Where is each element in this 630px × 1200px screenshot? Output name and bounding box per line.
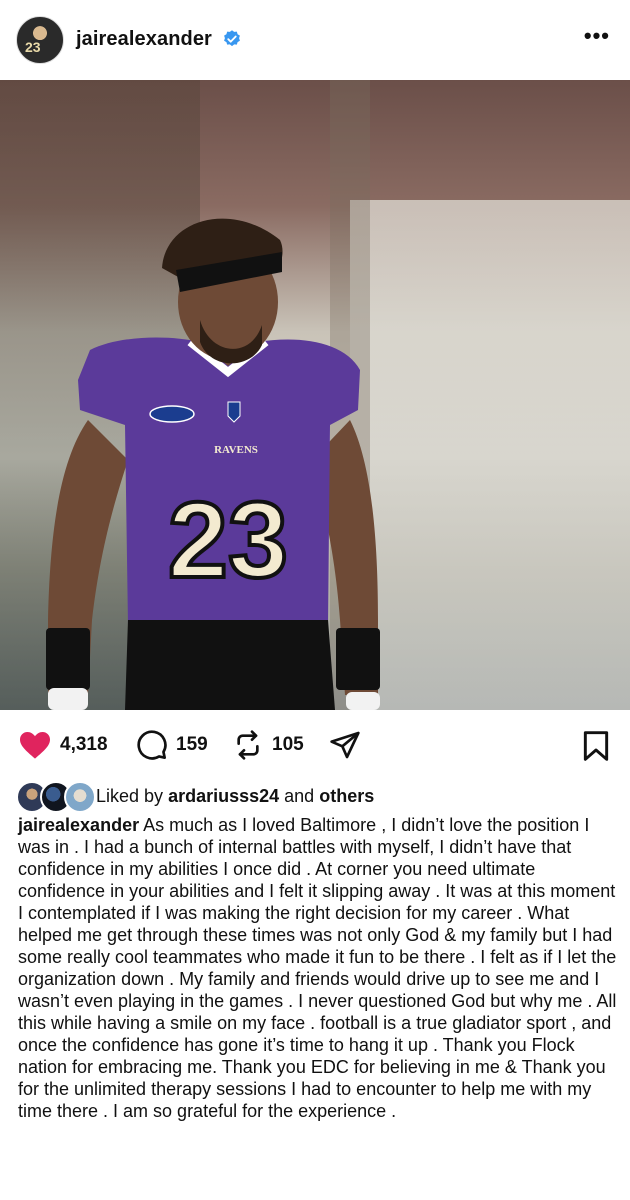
avatar-jersey-number: 23 <box>25 39 41 55</box>
liked-by-user-link[interactable]: ardariusss24 <box>168 786 279 806</box>
profile-avatar[interactable]: 23 <box>16 16 64 64</box>
liked-by-avatars <box>16 781 96 813</box>
caption-username[interactable]: jairealexander <box>18 815 139 835</box>
bookmark-icon <box>583 731 609 761</box>
player-illustration: 23 RAVENS <box>46 218 380 710</box>
like-button[interactable]: 4,318 <box>18 728 108 762</box>
comment-icon <box>137 730 167 760</box>
verified-badge-icon <box>224 30 240 47</box>
heart-icon <box>20 732 50 759</box>
post-caption: jairealexander As much as I loved Baltim… <box>18 814 618 1122</box>
repost-icon <box>237 730 259 760</box>
repost-button[interactable]: 105 <box>232 728 304 762</box>
jersey-number: 23 <box>168 479 288 600</box>
comment-button[interactable]: 159 <box>136 728 208 762</box>
more-options-icon[interactable]: ••• <box>584 25 610 47</box>
send-icon <box>330 731 360 759</box>
liked-by-row[interactable]: Liked by ardariusss24 and others <box>16 780 374 813</box>
liked-by-text: Liked by ardariusss24 and others <box>96 786 374 807</box>
avatar <box>64 781 96 813</box>
post-header: 23 jairealexander ••• <box>0 0 630 80</box>
liked-by-others-link[interactable]: others <box>319 786 374 806</box>
liked-by-prefix: Liked by <box>96 785 164 806</box>
comment-count: 159 <box>176 734 208 755</box>
profile-username[interactable]: jairealexander <box>76 28 212 51</box>
post-actions-bar: 4,318 159 105 <box>0 710 630 780</box>
share-button[interactable] <box>328 728 362 762</box>
liked-by-conjunction: and <box>284 785 315 806</box>
repost-count: 105 <box>272 734 304 755</box>
jersey-team-name: RAVENS <box>214 444 258 456</box>
save-button[interactable] <box>582 730 610 767</box>
caption-text: As much as I loved Baltimore , I didn’t … <box>18 815 617 1121</box>
post-photo[interactable]: 23 RAVENS <box>0 80 630 710</box>
like-count: 4,318 <box>60 734 108 755</box>
